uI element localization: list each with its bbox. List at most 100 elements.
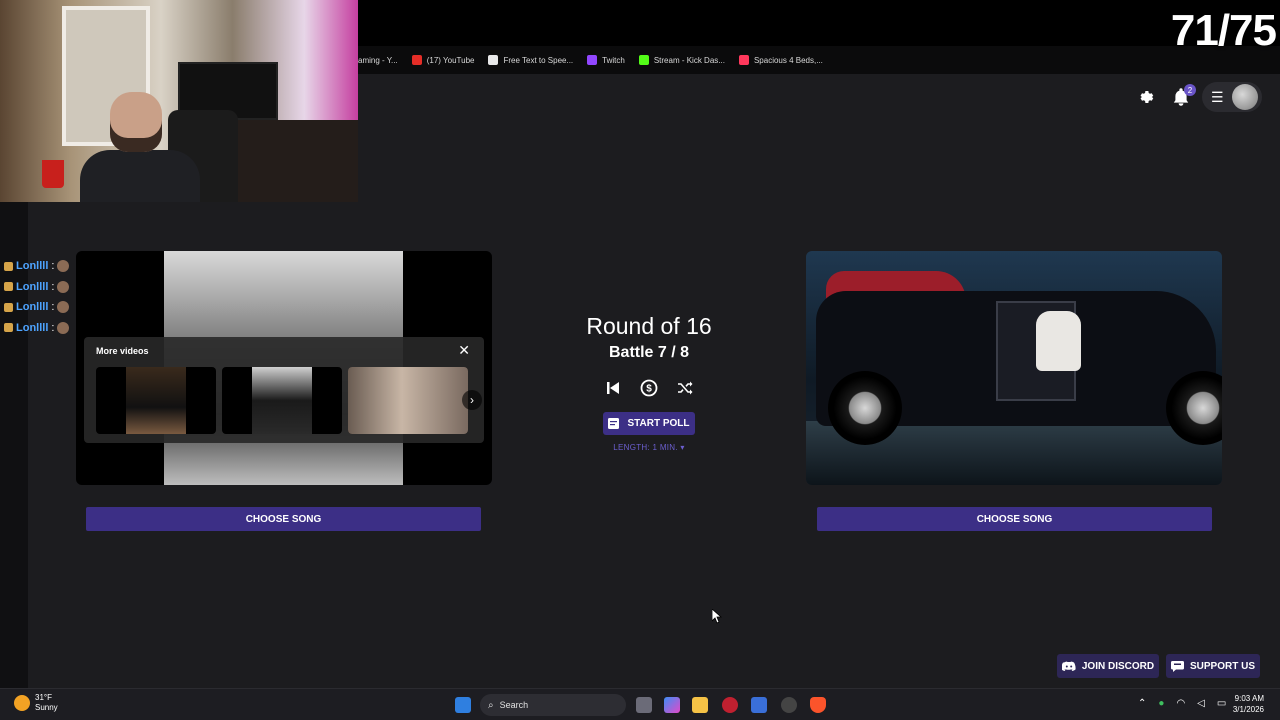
support-us-label: SUPPORT US	[1189, 660, 1255, 672]
weather-temp: 31°F	[35, 693, 52, 702]
hamburger-icon: ☰	[1211, 88, 1224, 105]
chat-overlay: Lonllll: Lonllll: Lonllll: Lonllll:	[4, 256, 70, 339]
emote-icon	[57, 301, 70, 314]
coin-icon[interactable]: $	[639, 378, 659, 398]
more-videos-title: More videos	[96, 346, 149, 356]
bookmark-label: Spacious 4 Beds,...	[753, 55, 823, 65]
system-tray: ⌃ ● ◠ ◁ ▭	[1138, 698, 1226, 709]
chevron-up-icon[interactable]: ⌃	[1138, 698, 1146, 709]
opera-icon[interactable]	[722, 697, 738, 713]
emote-icon	[57, 280, 70, 293]
task-view-icon[interactable]	[636, 697, 652, 713]
emote-icon	[57, 321, 70, 334]
person-in-car	[1036, 311, 1081, 371]
weather-widget[interactable]: 31°F Sunny	[14, 693, 58, 713]
chat-line: Lonllll:	[4, 297, 70, 318]
windows-taskbar: 31°F Sunny ⌕ Search ⌃ ● ◠ ◁ ▭ 9:03 AM 3/…	[0, 688, 1280, 720]
bookmark-label: aming - Y...	[358, 55, 398, 65]
store-icon[interactable]	[751, 697, 767, 713]
bookmark-label: Stream - Kick Das...	[653, 55, 725, 65]
badge-icon	[4, 282, 13, 292]
chat-separator: :	[51, 280, 55, 293]
microphone-icon[interactable]: ●	[1158, 698, 1164, 709]
start-poll-label: START POLL	[627, 418, 690, 429]
round-title: Round of 16	[586, 313, 712, 339]
user-menu-button[interactable]: ☰	[1202, 82, 1262, 112]
chat-line: Lonllll:	[4, 277, 70, 298]
badge-icon	[4, 302, 13, 312]
badge-icon	[4, 323, 13, 333]
poll-icon	[608, 418, 620, 429]
bookmark-label: Free Text to Spee...	[503, 55, 574, 65]
twitch-icon	[587, 55, 598, 65]
streamer-body	[80, 150, 200, 202]
video-player-left[interactable]: More videos ✕ ›	[76, 251, 492, 485]
more-videos-panel: More videos ✕ ›	[84, 337, 484, 443]
choose-song-right-button[interactable]: CHOOSE SONG	[817, 507, 1212, 531]
gear-icon[interactable]	[1134, 86, 1156, 108]
chat-username: Lonllll	[16, 280, 49, 293]
weather-desc: Sunny	[35, 703, 58, 712]
join-discord-button[interactable]: JOIN DISCORD	[1057, 654, 1159, 678]
clock-date: 3/1/2026	[1232, 705, 1264, 714]
bookmark-label: Twitch	[602, 55, 625, 65]
sun-icon	[14, 695, 30, 711]
video-thumbnail[interactable]	[348, 367, 468, 434]
video-thumbnail[interactable]	[222, 367, 342, 434]
taskbar-search[interactable]: ⌕ Search	[480, 694, 626, 716]
chat-separator: :	[51, 260, 55, 272]
kick-icon	[638, 55, 649, 65]
support-icon	[1170, 660, 1184, 672]
airbnb-icon	[738, 55, 749, 65]
bookmark-item[interactable]: Twitch	[587, 55, 625, 65]
svg-text:$: $	[646, 384, 652, 395]
bookmark-item[interactable]: (17) YouTube	[411, 55, 475, 65]
windows-start-icon[interactable]	[455, 697, 471, 713]
discord-icon	[1061, 661, 1076, 671]
chat-username: Lonllll	[16, 301, 49, 313]
skip-back-icon[interactable]	[603, 378, 623, 398]
bookmark-item[interactable]: Stream - Kick Das...	[638, 55, 725, 65]
poll-length-select[interactable]: LENGTH: 1 MIN. ▾	[560, 443, 738, 452]
youtube-icon	[411, 55, 422, 65]
chat-separator: :	[51, 301, 55, 313]
file-explorer-icon[interactable]	[692, 697, 708, 713]
bookmark-item[interactable]: Spacious 4 Beds,...	[738, 55, 823, 65]
join-discord-label: JOIN DISCORD	[1081, 660, 1155, 672]
choose-song-left-button[interactable]: CHOOSE SONG	[86, 507, 481, 531]
steam-icon[interactable]	[781, 697, 797, 713]
video-player-right[interactable]	[806, 251, 1222, 485]
bookmark-item[interactable]: Free Text to Spee...	[488, 55, 573, 65]
bookmark-item[interactable]: aming - Y...	[358, 56, 398, 65]
shuffle-icon[interactable]	[675, 378, 695, 398]
chat-separator: :	[51, 321, 55, 334]
clock-time: 9:03 AM	[1234, 694, 1264, 703]
streamer-head	[110, 92, 162, 152]
chat-username: Lonllll	[16, 321, 49, 334]
search-icon: ⌕	[488, 699, 494, 711]
brave-icon[interactable]	[810, 697, 826, 713]
battle-label: Battle 7 / 8	[608, 344, 690, 361]
start-poll-button[interactable]: START POLL	[603, 412, 695, 435]
support-us-button[interactable]: SUPPORT US	[1166, 654, 1260, 678]
search-placeholder: Search	[499, 700, 529, 710]
red-cup	[42, 160, 64, 188]
notification-count-badge: 2	[1184, 84, 1196, 96]
chevron-right-icon[interactable]: ›	[462, 390, 482, 410]
chat-username: Lonllll	[16, 260, 49, 272]
progress-counter: 71/75	[1170, 6, 1277, 55]
badge-icon	[4, 261, 13, 271]
wifi-icon[interactable]: ◠	[1176, 698, 1185, 709]
close-icon[interactable]: ✕	[458, 342, 470, 359]
bookmark-label: (17) YouTube	[426, 55, 475, 65]
emote-icon	[57, 260, 70, 273]
copilot-icon[interactable]	[664, 697, 680, 713]
video-thumbnail[interactable]	[96, 367, 216, 434]
webcam-overlay	[0, 0, 358, 202]
volume-icon[interactable]: ◁	[1197, 698, 1205, 709]
document-icon	[488, 55, 499, 65]
clock[interactable]: 9:03 AM 3/1/2026	[1233, 693, 1264, 715]
screen: aming - Y... (17) YouTube Free Text to S…	[0, 0, 1280, 720]
chat-line: Lonllll:	[4, 318, 70, 339]
battery-icon[interactable]: ▭	[1217, 698, 1226, 709]
